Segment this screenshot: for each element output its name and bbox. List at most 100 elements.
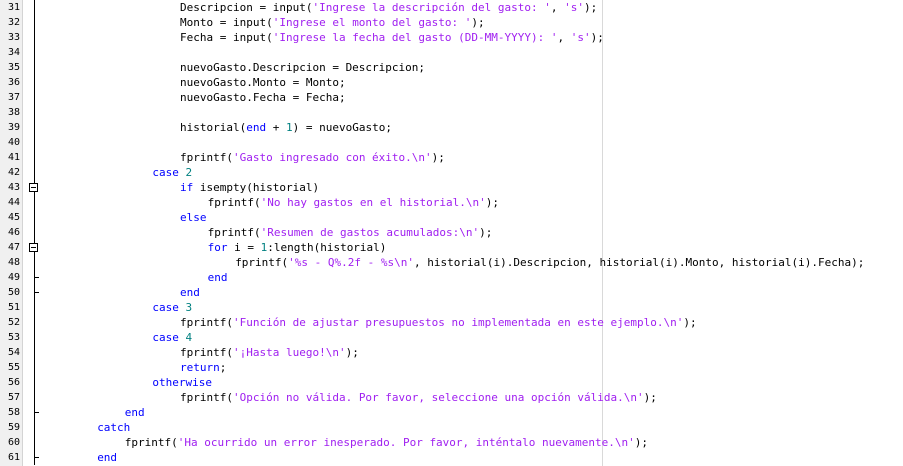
code-line[interactable]: 39 historial(end + 1) = nuevoGasto; bbox=[0, 120, 903, 135]
code-line[interactable]: 50 end bbox=[0, 285, 903, 300]
code-line[interactable]: 38 bbox=[0, 105, 903, 120]
line-number: 61 bbox=[7, 452, 20, 463]
line-number: 37 bbox=[7, 92, 20, 103]
code-line[interactable]: 37 nuevoGasto.Fecha = Fecha; bbox=[0, 90, 903, 105]
code-text: nuevoGasto.Monto = Monto; bbox=[180, 75, 346, 90]
fold-guide-line bbox=[34, 105, 35, 120]
code-line[interactable]: 55 return; bbox=[0, 360, 903, 375]
code-text: case 4 bbox=[152, 330, 192, 345]
fold-guide-line bbox=[34, 413, 35, 420]
number-token: 3 bbox=[185, 301, 193, 314]
plain-token: ); bbox=[471, 16, 485, 29]
keyword-token: return bbox=[180, 361, 220, 374]
plain-token: nuevoGasto.Fecha = Fecha; bbox=[180, 91, 346, 104]
collapse-fold-icon[interactable] bbox=[29, 243, 38, 252]
code-line[interactable]: 34 bbox=[0, 45, 903, 60]
plain-token: ); bbox=[590, 31, 604, 44]
code-line[interactable]: 42 case 2 bbox=[0, 165, 903, 180]
plain-token: Fecha = input( bbox=[180, 31, 273, 44]
fold-guide-line bbox=[34, 75, 35, 90]
string-token: 'Gasto ingresado con éxito.\n' bbox=[232, 151, 432, 164]
fold-guide-line bbox=[34, 420, 35, 435]
plain-token: + bbox=[266, 121, 286, 134]
code-line[interactable]: 48 fprintf('%s - Q%.2f - %s\n', historial… bbox=[0, 255, 903, 270]
code-line[interactable]: 41 fprintf('Gasto ingresado con éxito.\n'… bbox=[0, 150, 903, 165]
line-number: 41 bbox=[7, 152, 20, 163]
collapse-fold-icon[interactable] bbox=[29, 183, 38, 192]
fold-guide-line bbox=[34, 120, 35, 135]
fold-guide-line bbox=[34, 225, 35, 240]
string-token: 'Resumen de gastos acumulados:\n' bbox=[260, 226, 480, 239]
code-line[interactable]: 33 Fecha = input('Ingrese la fecha del ga… bbox=[0, 30, 903, 45]
code-line[interactable]: 46 fprintf('Resumen de gastos acumulados:… bbox=[0, 225, 903, 240]
code-line[interactable]: 49 end bbox=[0, 270, 903, 285]
number-token: 1 bbox=[285, 121, 293, 134]
fold-guide-line bbox=[34, 390, 35, 405]
code-line[interactable]: 59 catch bbox=[0, 420, 903, 435]
plain-token: fprintf( bbox=[180, 391, 233, 404]
keyword-token: case bbox=[152, 301, 186, 314]
code-line[interactable]: 45 else bbox=[0, 210, 903, 225]
code-line[interactable]: 40 bbox=[0, 135, 903, 150]
line-number: 48 bbox=[7, 257, 20, 268]
plain-token: ); bbox=[584, 1, 598, 14]
code-text: nuevoGasto.Fecha = Fecha; bbox=[180, 90, 346, 105]
line-number: 46 bbox=[7, 227, 20, 238]
code-line[interactable]: 44 fprintf('No hay gastos en el historial… bbox=[0, 195, 903, 210]
fold-guide-line bbox=[34, 345, 35, 360]
code-line[interactable]: 60 fprintf('Ha ocurrido un error inespera… bbox=[0, 435, 903, 450]
code-text: fprintf('No hay gastos en el historial.\… bbox=[208, 195, 499, 210]
code-text: fprintf('Resumen de gastos acumulados:\n… bbox=[208, 225, 493, 240]
code-line[interactable]: 53 case 4 bbox=[0, 330, 903, 345]
code-text: for i = 1:length(historial) bbox=[208, 240, 387, 255]
code-line[interactable]: 54 fprintf('¡Hasta luego!\n'); bbox=[0, 345, 903, 360]
string-token: 'Ingrese el monto del gasto: ' bbox=[272, 16, 472, 29]
code-line[interactable]: 31 Descripcion = input('Ingrese la descri… bbox=[0, 0, 903, 15]
line-number: 35 bbox=[7, 62, 20, 73]
code-line[interactable]: 47 for i = 1:length(historial) bbox=[0, 240, 903, 255]
code-line[interactable]: 35 nuevoGasto.Descripcion = Descripcion; bbox=[0, 60, 903, 75]
code-text: fprintf('Opción no válida. Por favor, se… bbox=[180, 390, 657, 405]
code-line[interactable]: 61 end bbox=[0, 450, 903, 465]
plain-token: isempty(historial) bbox=[199, 181, 320, 194]
plain-token: fprintf( bbox=[180, 316, 233, 329]
code-text: Monto = input('Ingrese el monto del gast… bbox=[180, 15, 485, 30]
plain-token: , bbox=[557, 31, 571, 44]
plain-token: fprintf( bbox=[180, 151, 233, 164]
line-number: 43 bbox=[7, 182, 20, 193]
code-text: historial(end + 1) = nuevoGasto; bbox=[180, 120, 392, 135]
fold-guide-line bbox=[34, 15, 35, 30]
code-text: otherwise bbox=[152, 375, 212, 390]
code-text: end bbox=[125, 405, 145, 420]
code-line[interactable]: 56 otherwise bbox=[0, 375, 903, 390]
fold-guide-line bbox=[34, 30, 35, 45]
code-line[interactable]: 58 end bbox=[0, 405, 903, 420]
fold-guide-line bbox=[34, 210, 35, 225]
fold-guide-line bbox=[34, 278, 35, 285]
code-text: end bbox=[97, 450, 117, 465]
code-line[interactable]: 52 fprintf('Función de ajustar presupuest… bbox=[0, 315, 903, 330]
line-number: 54 bbox=[7, 347, 20, 358]
line-number: 39 bbox=[7, 122, 20, 133]
keyword-token: case bbox=[152, 331, 186, 344]
number-token: 2 bbox=[185, 166, 193, 179]
keyword-token: end bbox=[97, 451, 118, 464]
code-line[interactable]: 57 fprintf('Opción no válida. Por favor, … bbox=[0, 390, 903, 405]
code-editor[interactable]: 31 Descripcion = input('Ingrese la descri… bbox=[0, 0, 903, 466]
code-line[interactable]: 32 Monto = input('Ingrese el monto del ga… bbox=[0, 15, 903, 30]
line-number: 44 bbox=[7, 197, 20, 208]
plain-token: ); bbox=[345, 346, 359, 359]
keyword-token: end bbox=[180, 286, 200, 299]
fold-guide-line bbox=[34, 315, 35, 330]
code-line[interactable]: 36 nuevoGasto.Monto = Monto; bbox=[0, 75, 903, 90]
code-line[interactable]: 51 case 3 bbox=[0, 300, 903, 315]
fold-guide-line bbox=[34, 360, 35, 375]
line-number: 34 bbox=[7, 47, 20, 58]
number-token: 4 bbox=[185, 331, 193, 344]
line-number: 56 bbox=[7, 377, 20, 388]
code-text: else bbox=[180, 210, 207, 225]
string-token: 'Función de ajustar presupuestos no impl… bbox=[232, 316, 684, 329]
code-line[interactable]: 43 if isempty(historial) bbox=[0, 180, 903, 195]
keyword-token: end bbox=[246, 121, 267, 134]
fold-guide-line bbox=[34, 150, 35, 165]
